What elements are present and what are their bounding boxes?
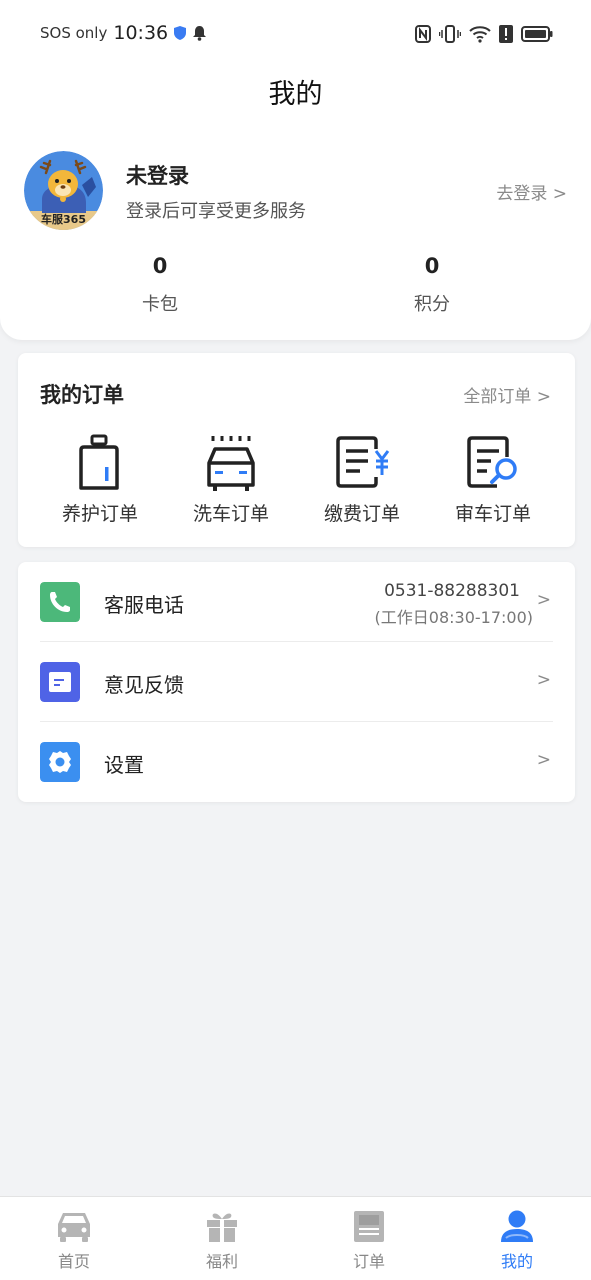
status-bar: SOS only 10:36: [0, 0, 591, 66]
chevron-right-icon: >: [536, 670, 551, 690]
nav-benefits-label: 福利: [205, 1252, 238, 1271]
points-label: 积分: [414, 294, 450, 315]
phone-icon: [40, 582, 80, 622]
avatar-text: 车服365: [41, 212, 86, 226]
chevron-right-icon: >: [536, 750, 551, 770]
service-feedback-label: 意见反馈: [104, 673, 184, 697]
order-inspection[interactable]: 审车订单: [438, 433, 548, 526]
order-payment[interactable]: 缴费订单: [307, 433, 417, 526]
card-wallet-count: 0: [152, 254, 168, 278]
order-car-wash[interactable]: 洗车订单: [176, 433, 286, 526]
user-subtitle: 登录后可享受更多服务: [126, 201, 306, 222]
nav-home-label: 首页: [57, 1252, 90, 1271]
wifi-icon: [469, 26, 491, 43]
points-count: 0: [424, 254, 440, 278]
service-phone-number: 0531-88288301: [384, 581, 520, 601]
carrier-text: SOS only: [40, 24, 108, 42]
service-settings-label: 设置: [104, 753, 144, 777]
shield-icon: [174, 26, 187, 40]
nav-benefits[interactable]: 福利: [172, 1209, 272, 1272]
deer-mascot-icon: 车服365: [24, 151, 103, 230]
battery-icon: [521, 26, 553, 42]
login-link[interactable]: 去登录 >: [496, 179, 567, 204]
profile-header: SOS only 10:36 我的 车服365 未登录 登录后可享受更多服务 去…: [0, 0, 591, 340]
card-wallet-stat[interactable]: 0 卡包: [100, 254, 220, 316]
payment-icon: [336, 436, 390, 488]
car-icon: [58, 1213, 90, 1242]
alert-icon: [499, 25, 513, 43]
order-car-wash-label: 洗车订单: [192, 503, 269, 525]
vibrate-icon: [439, 25, 461, 43]
service-phone-row[interactable]: 客服电话 0531-88288301 (工作日08:30-17:00) >: [18, 562, 575, 642]
nav-mine[interactable]: 我的: [467, 1209, 567, 1272]
inspection-icon: [467, 436, 517, 488]
order-maintenance-label: 养护订单: [61, 503, 138, 525]
nav-orders-label: 订单: [352, 1252, 385, 1271]
service-list: 客服电话 0531-88288301 (工作日08:30-17:00) > 意见…: [18, 562, 575, 802]
all-orders-link[interactable]: 全部订单 >: [463, 382, 551, 407]
gift-icon: [207, 1213, 237, 1242]
car-wash-icon: [207, 436, 255, 491]
nfc-icon: [415, 25, 431, 43]
card-wallet-label: 卡包: [142, 294, 178, 315]
nav-home[interactable]: 首页: [24, 1209, 124, 1272]
service-settings-row[interactable]: 设置 >: [18, 722, 575, 802]
chevron-right-icon: >: [536, 590, 551, 610]
page-title: 我的: [268, 79, 323, 110]
user-icon: [501, 1210, 533, 1242]
bell-icon: [193, 26, 207, 41]
avatar[interactable]: 车服365: [24, 151, 103, 230]
order-payment-label: 缴费订单: [323, 503, 400, 525]
nav-mine-label: 我的: [500, 1252, 533, 1271]
order-inspection-label: 审车订单: [454, 503, 531, 525]
service-phone-label: 客服电话: [104, 593, 184, 617]
bottom-nav: 首页 福利 订单 我的: [0, 1196, 591, 1280]
nav-orders[interactable]: 订单: [319, 1209, 419, 1272]
order-icon: [354, 1211, 384, 1242]
order-maintenance[interactable]: 养护订单: [45, 433, 155, 526]
clock: 10:36: [113, 22, 169, 44]
service-feedback-row[interactable]: 意见反馈 >: [18, 642, 575, 722]
service-phone-hours: (工作日08:30-17:00): [374, 608, 533, 627]
settings-icon: [40, 742, 80, 782]
maintenance-icon: [79, 434, 119, 490]
user-name: 未登录: [126, 164, 189, 188]
orders-title: 我的订单: [40, 383, 124, 407]
orders-card: 我的订单 全部订单 > 养护订单 洗车订单 缴费订单 审车订单: [18, 353, 575, 547]
points-stat[interactable]: 0 积分: [372, 254, 492, 316]
feedback-icon: [40, 662, 80, 702]
